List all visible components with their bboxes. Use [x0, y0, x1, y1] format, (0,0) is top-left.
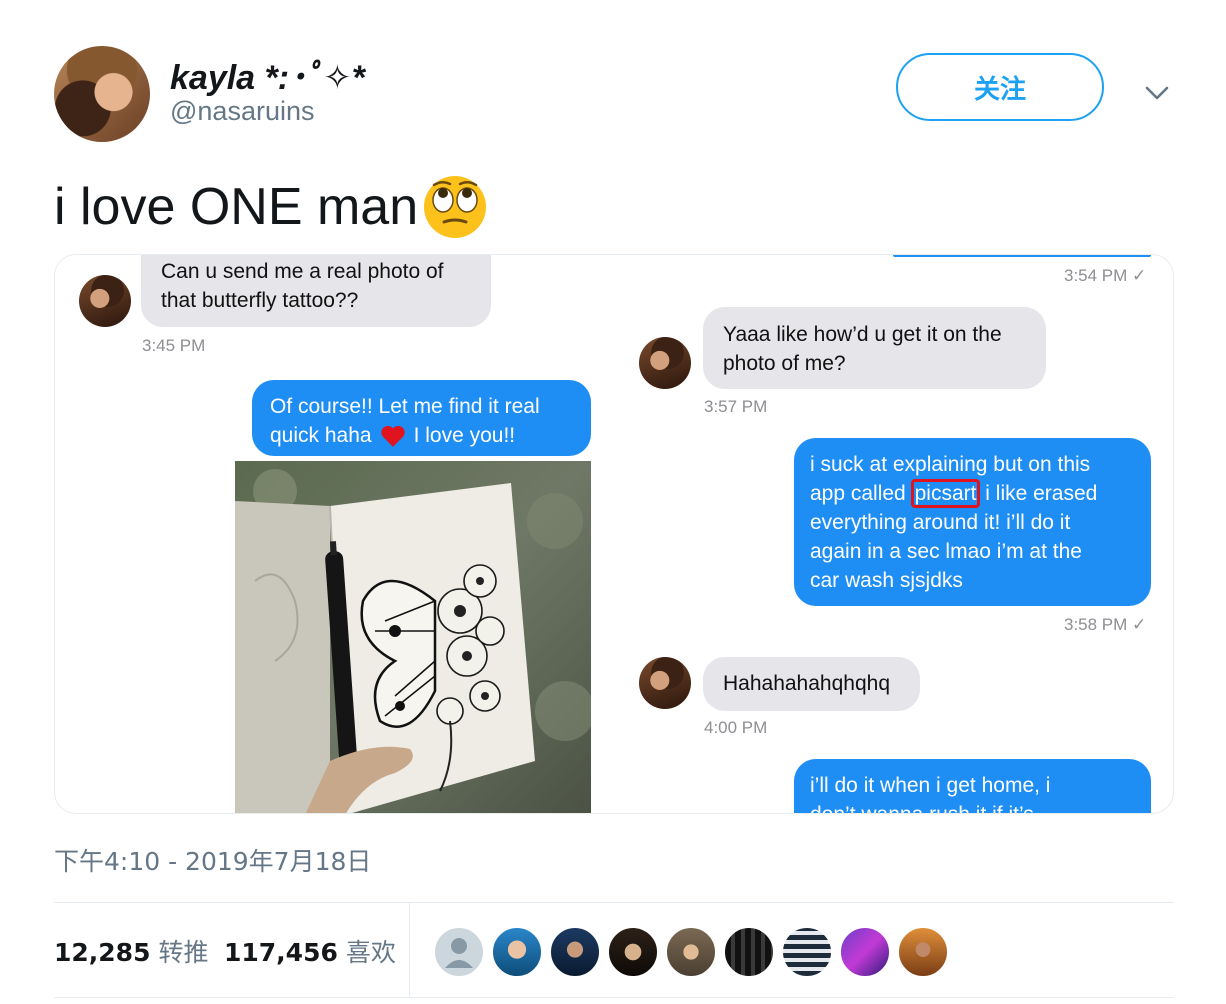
message-time: 3:57 PM — [704, 397, 768, 416]
message-line: i’ll do it when i get home, i — [810, 774, 1051, 797]
red-heart-emoji-icon — [380, 425, 405, 447]
outgoing-message: i’ll do it when i get home, i don’t wann… — [794, 759, 1151, 813]
message-text: quick haha — [270, 424, 372, 447]
liker-avatar[interactable] — [840, 927, 890, 977]
message-line: that butterfly tattoo?? — [161, 289, 359, 312]
retweet-count[interactable]: 12,285 转推 — [54, 933, 209, 969]
tweet-text: i love ONE man — [54, 174, 488, 240]
liker-avatar[interactable] — [666, 927, 716, 977]
picsart-highlight: picsart — [910, 479, 981, 508]
liker-avatar[interactable] — [724, 927, 774, 977]
message-text: i like erased — [979, 482, 1098, 505]
contact-avatar — [639, 657, 691, 709]
outgoing-message: Of course!! Let me find it real quick ha… — [252, 380, 591, 456]
author-display-name[interactable]: kayla *:･ﾟ✧* — [170, 50, 365, 99]
butterfly-sketch-photo — [235, 461, 591, 813]
author-avatar[interactable] — [54, 46, 150, 142]
incoming-message: Hahahahahqhqhq — [703, 657, 920, 711]
message-line: everything around it! i’ll do it — [810, 511, 1071, 534]
liker-avatar[interactable] — [608, 927, 658, 977]
liker-avatar[interactable] — [782, 927, 832, 977]
retweet-count-label: 转推 — [158, 938, 209, 967]
message-line: don’t wanna rush it if it’s — [810, 800, 1135, 813]
tweet-text-content: i love ONE man — [54, 178, 419, 236]
follow-button[interactable]: 关注 — [896, 53, 1104, 121]
liker-avatar[interactable] — [434, 927, 484, 977]
incoming-message: Yaaa like how’d u get it on the photo of… — [703, 307, 1046, 389]
like-count-number: 117,456 — [224, 938, 338, 967]
liker-avatar[interactable] — [898, 927, 948, 977]
tweet-media-image[interactable]: Can u send me a real photo of that butte… — [54, 254, 1174, 814]
like-count-label: 喜欢 — [345, 938, 396, 967]
outgoing-message: i suck at explaining but on this app cal… — [794, 438, 1151, 606]
message-line: app called picsart i like erased — [810, 479, 1135, 508]
like-count[interactable]: 117,456 喜欢 — [224, 933, 396, 969]
message-line: Yaaa like how’d u get it on the — [723, 323, 1002, 346]
message-time: 4:00 PM — [704, 718, 768, 737]
tweet-timestamp[interactable]: 下午4:10 - 2019年7月18日 — [54, 842, 371, 878]
liker-avatar[interactable] — [550, 927, 600, 977]
retweet-count-number: 12,285 — [54, 938, 151, 967]
message-time: 3:54 PM ✓ — [1064, 266, 1147, 285]
incoming-message: Can u send me a real photo of that butte… — [141, 255, 491, 327]
face-with-rolling-eyes-emoji-icon — [424, 176, 487, 238]
message-text: app called — [810, 482, 906, 505]
stats-divider — [409, 903, 410, 997]
message-line: again in a sec lmao i’m at the — [810, 540, 1082, 563]
outgoing-message-edge — [893, 255, 1151, 257]
contact-avatar — [639, 337, 691, 389]
message-line: i suck at explaining but on this — [810, 453, 1091, 476]
message-text: I love you!! — [413, 424, 516, 447]
author-handle[interactable]: @nasaruins — [170, 96, 314, 127]
default-user-icon — [445, 938, 473, 968]
message-time: 3:58 PM ✓ — [1064, 615, 1147, 634]
liker-avatar[interactable] — [492, 927, 542, 977]
message-line: Of course!! Let me find it real — [270, 395, 540, 418]
message-line: car wash sjsjdks — [810, 569, 963, 592]
chevron-down-icon[interactable] — [1142, 78, 1172, 108]
message-line: photo of me? — [723, 352, 846, 375]
message-time: 3:45 PM — [142, 336, 206, 355]
tweet-stats-bar: 12,285 转推 117,456 喜欢 — [54, 902, 1174, 998]
message-line: quick haha I love you!! — [270, 421, 573, 450]
message-line: Can u send me a real photo of — [161, 260, 444, 283]
contact-avatar — [79, 275, 131, 327]
